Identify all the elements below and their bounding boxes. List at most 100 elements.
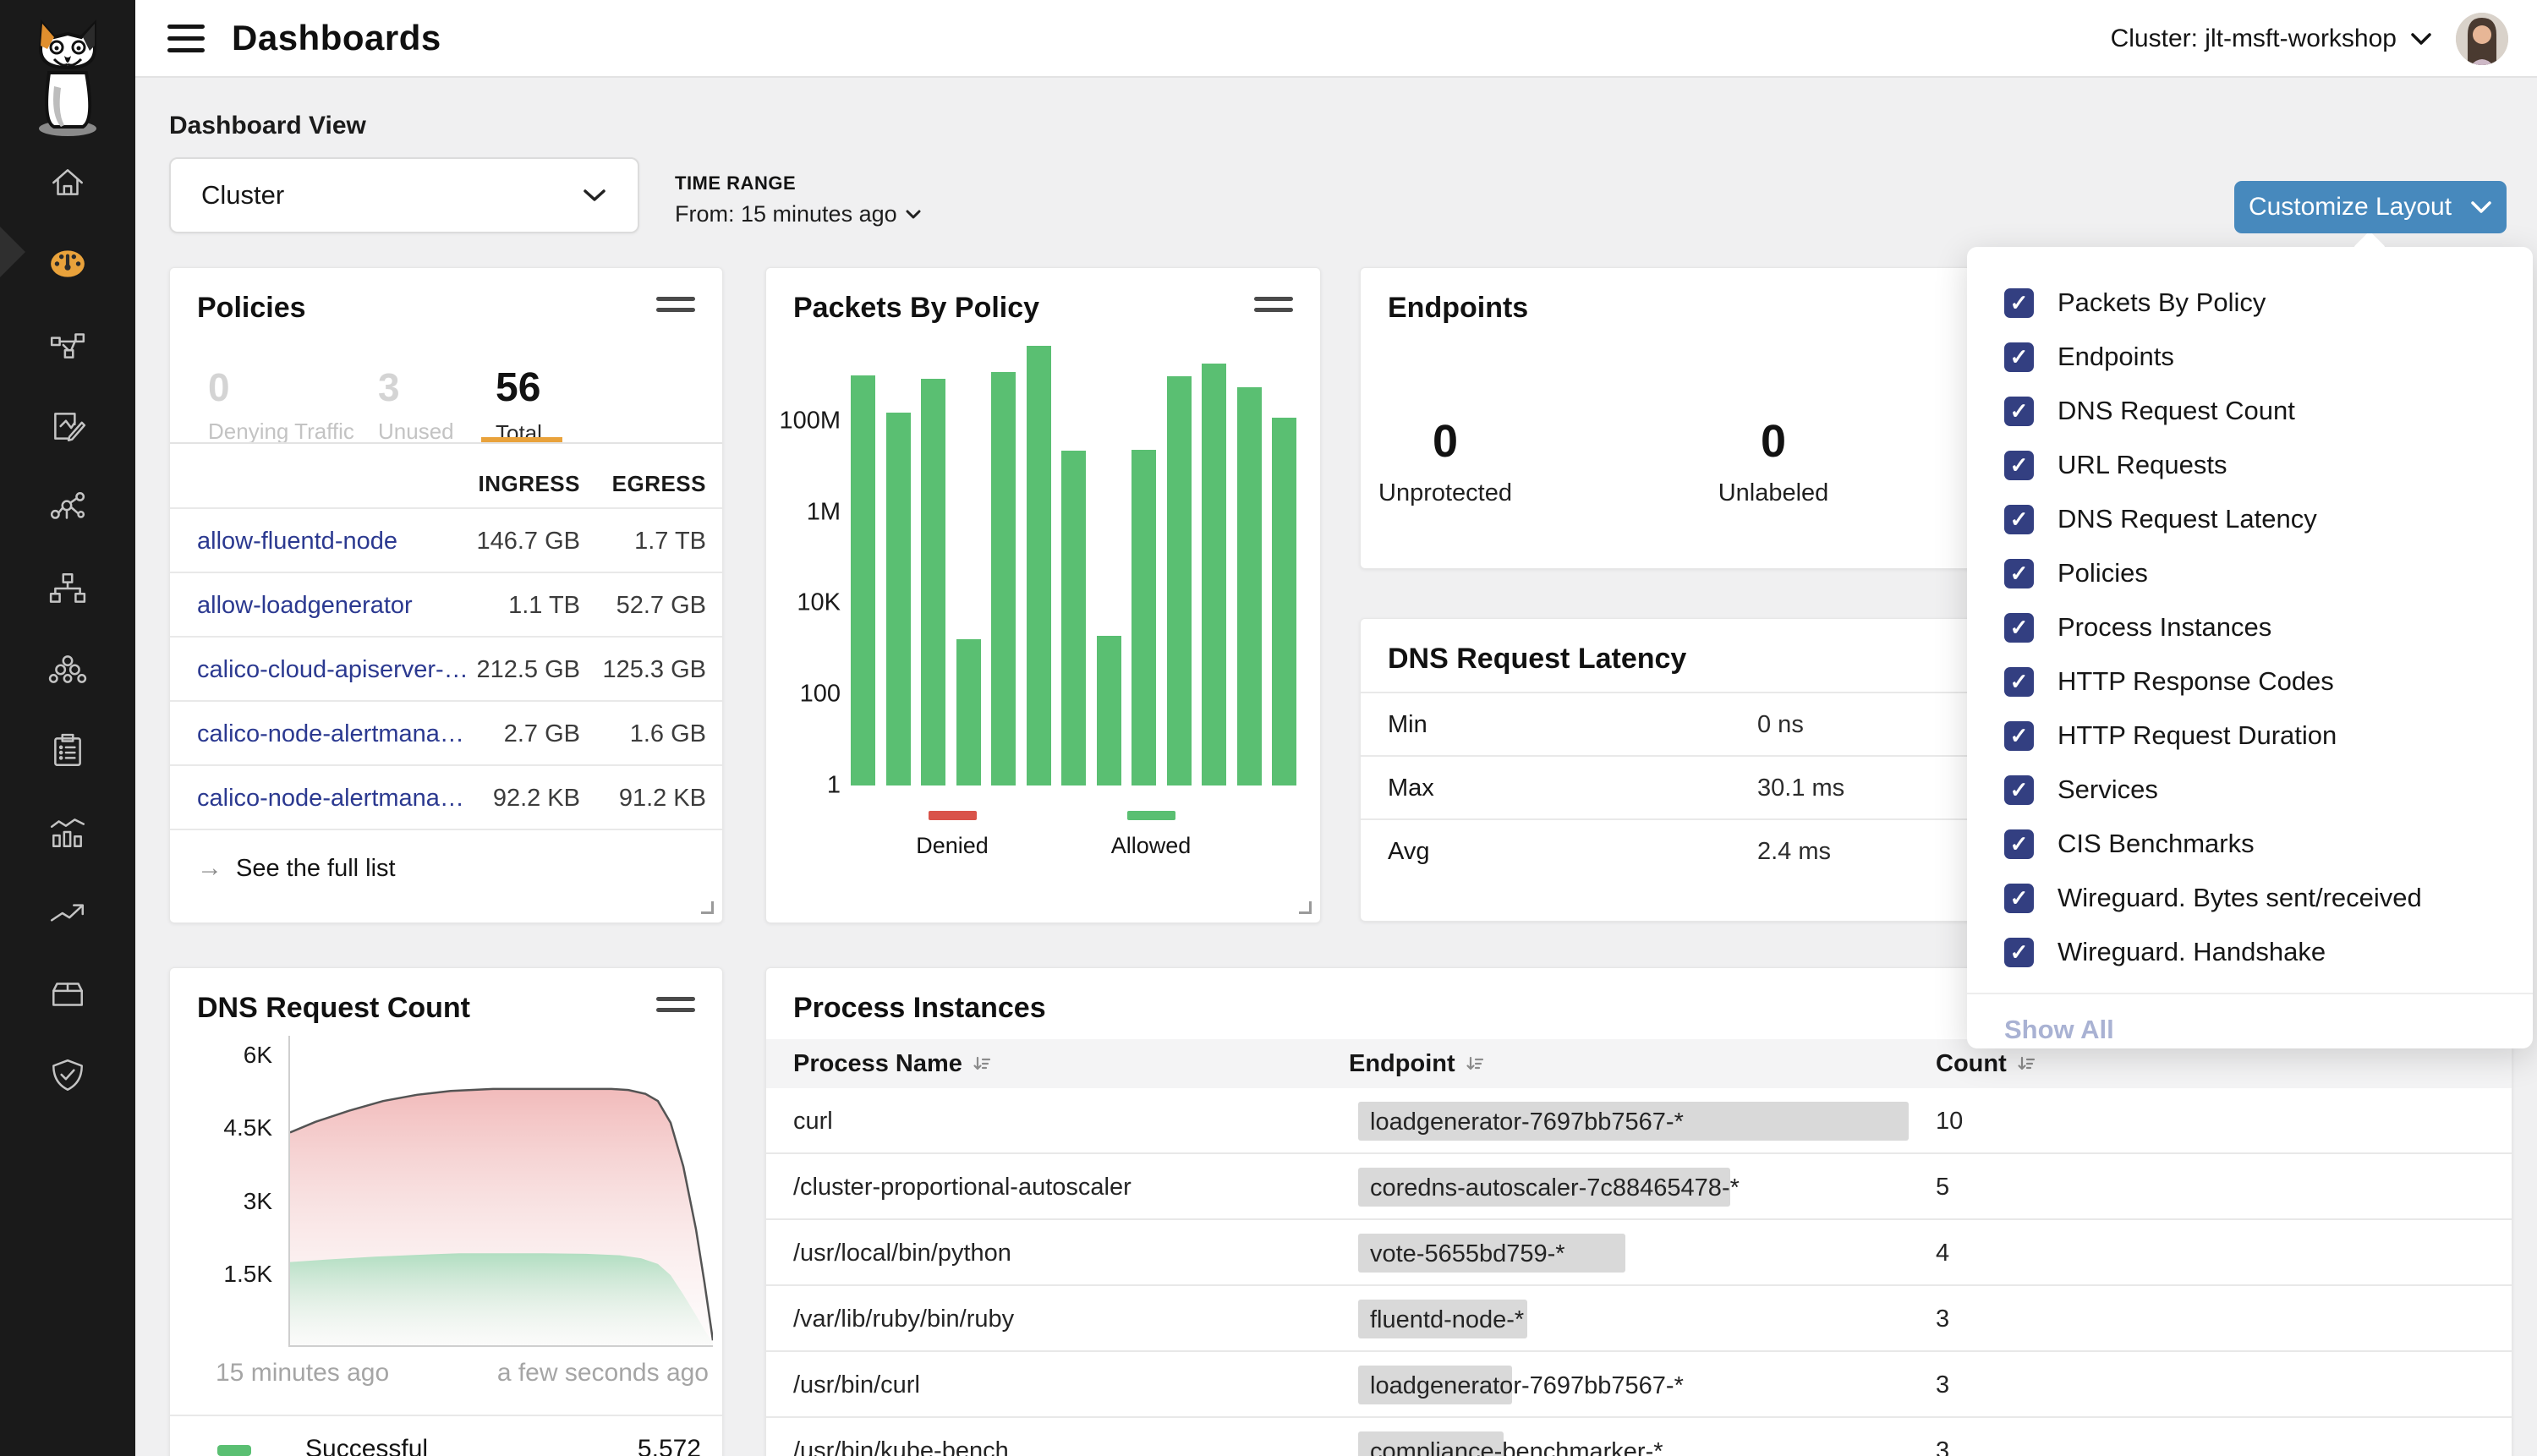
divider [1967, 993, 2533, 994]
unlabeled-value: 0 [1689, 419, 1858, 464]
nav-compliance[interactable] [0, 710, 135, 791]
drag-handle-icon[interactable] [656, 297, 695, 319]
see-full-list-link[interactable]: → See the full list [197, 854, 396, 883]
checkbox-checked-icon[interactable]: ✓ [2004, 451, 2034, 480]
count-header[interactable]: Count [1936, 1050, 2036, 1078]
policy-egress: 52.7 GB [616, 592, 706, 620]
menu-item[interactable]: ✓Services [1967, 763, 2533, 817]
resize-handle[interactable] [1299, 901, 1312, 914]
policies-card-title: Policies [197, 292, 306, 325]
user-avatar[interactable] [2456, 13, 2508, 65]
checkbox-checked-icon[interactable]: ✓ [2004, 397, 2034, 426]
hamburger-menu-icon[interactable] [167, 25, 205, 52]
cluster-selector[interactable]: Cluster: jlt-msft-workshop [2111, 25, 2432, 53]
menu-item[interactable]: ✓Wireguard. Handshake [1967, 925, 2533, 979]
menu-item-label: DNS Request Count [2058, 396, 2295, 426]
nav-timeline[interactable] [0, 791, 135, 873]
nav-workloads[interactable] [0, 629, 135, 710]
latency-label: Avg [1388, 838, 1429, 866]
y-tick-label: 1M [807, 498, 841, 526]
latency-label: Min [1388, 711, 1427, 739]
menu-item[interactable]: ✓HTTP Request Duration [1967, 709, 2533, 763]
customize-layout-button[interactable]: Customize Layout [2234, 181, 2507, 233]
packets-by-policy-card: Packets By Policy 110010K1M100M Denied A… [765, 267, 1321, 923]
process-row: /usr/bin/curl loadgenerator-7697bb7567-* 3 [766, 1352, 2512, 1418]
nav-policies[interactable] [0, 386, 135, 467]
package-icon [48, 975, 87, 1014]
policy-egress: 91.2 KB [619, 785, 706, 813]
policies-table: allow-fluentd-node146.7 GB1.7 TBallow-lo… [170, 507, 722, 829]
process-row: /usr/local/bin/pythonvote-5655bd759-*4 [766, 1220, 2512, 1286]
policy-link[interactable]: allow-loadgenerator [197, 592, 413, 620]
endpoint-name: loadgenerator-7697bb7567-* [1370, 1372, 1684, 1400]
calico-cat-logo [17, 12, 118, 139]
checkbox-checked-icon[interactable]: ✓ [2004, 884, 2034, 913]
checkbox-checked-icon[interactable]: ✓ [2004, 667, 2034, 697]
resize-handle[interactable] [701, 901, 714, 914]
cluster-selector-label: Cluster: jlt-msft-workshop [2111, 25, 2397, 53]
nav-package[interactable] [0, 954, 135, 1035]
dashboard-gauge-icon [48, 244, 87, 283]
process-count: 3 [1936, 1305, 1949, 1333]
menu-item[interactable]: ✓Policies [1967, 546, 2533, 600]
nav-security[interactable] [0, 1035, 135, 1116]
shield-check-icon [48, 1056, 87, 1095]
successful-label: Successful [305, 1435, 428, 1456]
endpoint-header[interactable]: Endpoint [1349, 1050, 1484, 1078]
process-count: 3 [1936, 1371, 1949, 1399]
nav-service-graph[interactable] [0, 304, 135, 386]
checkbox-checked-icon[interactable]: ✓ [2004, 721, 2034, 751]
endpoint-name: compliance-benchmarker-* [1370, 1438, 1663, 1456]
checkbox-checked-icon[interactable]: ✓ [2004, 342, 2034, 372]
show-all-link[interactable]: Show All [2004, 1015, 2114, 1045]
stat-label: Denying Traffic [208, 419, 354, 445]
checkbox-checked-icon[interactable]: ✓ [2004, 829, 2034, 859]
process-name-header-label: Process Name [793, 1050, 962, 1078]
checkbox-checked-icon[interactable]: ✓ [2004, 775, 2034, 805]
policies-stat-total[interactable]: 56Total [496, 368, 542, 446]
policy-link[interactable]: calico-node-alertmana… [197, 785, 464, 813]
menu-item[interactable]: ✓URL Requests [1967, 438, 2533, 492]
policies-stat-denying-traffic[interactable]: 0 Denying Traffic [208, 368, 354, 445]
drag-handle-icon[interactable] [656, 997, 695, 1019]
network-graph-icon [48, 488, 87, 527]
policy-link[interactable]: calico-node-alertmana… [197, 720, 464, 748]
nav-trend[interactable] [0, 873, 135, 954]
stat-value: 0 [208, 368, 354, 407]
menu-item[interactable]: ✓Packets By Policy [1967, 276, 2533, 330]
policy-link[interactable]: allow-fluentd-node [197, 528, 397, 556]
checkbox-checked-icon[interactable]: ✓ [2004, 613, 2034, 643]
menu-item[interactable]: ✓DNS Request Latency [1967, 492, 2533, 546]
chevron-down-icon [582, 188, 607, 203]
process-name: /usr/bin/curl [793, 1371, 920, 1399]
allowed-bar [851, 375, 875, 785]
dns-count-card-title: DNS Request Count [197, 992, 470, 1025]
menu-item[interactable]: ✓Endpoints [1967, 330, 2533, 384]
time-range-value[interactable]: From: 15 minutes ago [675, 201, 921, 227]
process-row: /var/lib/ruby/bin/rubyfluentd-node-*3 [766, 1286, 2512, 1352]
nav-network-graph[interactable] [0, 467, 135, 548]
nav-sitemap[interactable] [0, 548, 135, 629]
drag-handle-icon[interactable] [1254, 297, 1293, 319]
y-tick-label: 3K [244, 1188, 272, 1215]
chevron-down-icon [2470, 200, 2492, 214]
menu-item[interactable]: ✓CIS Benchmarks [1967, 817, 2533, 871]
nav-home[interactable] [0, 142, 135, 223]
process-name-header[interactable]: Process Name [793, 1050, 991, 1078]
policy-row: calico-cloud-apiserver-…212.5 GB125.3 GB [170, 636, 722, 700]
dashboard-view-select[interactable]: Cluster [169, 157, 639, 233]
y-tick-label: 6K [244, 1042, 272, 1069]
menu-item[interactable]: ✓Process Instances [1967, 600, 2533, 654]
policy-ingress: 92.2 KB [493, 785, 580, 813]
menu-item[interactable]: ✓Wireguard. Bytes sent/received [1967, 871, 2533, 925]
policies-stat-unused[interactable]: 3Unused [378, 368, 454, 445]
checkbox-checked-icon[interactable]: ✓ [2004, 288, 2034, 318]
checkbox-checked-icon[interactable]: ✓ [2004, 559, 2034, 588]
menu-item[interactable]: ✓ DNS Request Count [1967, 384, 2533, 438]
checkbox-checked-icon[interactable]: ✓ [2004, 938, 2034, 967]
allowed-bar [1061, 451, 1086, 785]
checkbox-checked-icon[interactable]: ✓ [2004, 505, 2034, 534]
policy-link[interactable]: calico-cloud-apiserver-… [197, 656, 468, 684]
menu-item[interactable]: ✓HTTP Response Codes [1967, 654, 2533, 709]
allowed-label: Allowed [1083, 833, 1219, 859]
